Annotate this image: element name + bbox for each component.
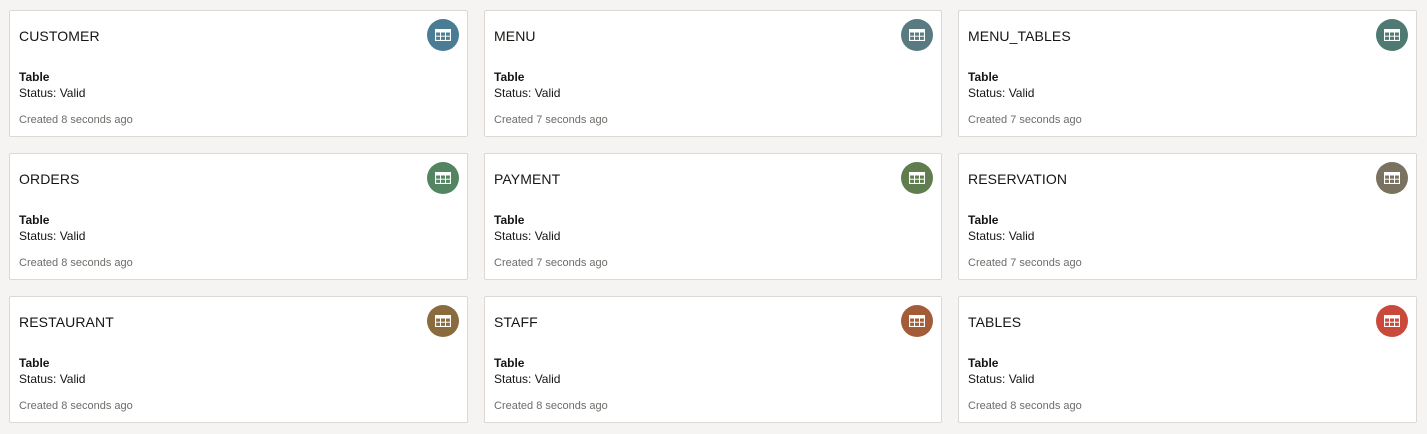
card-title: ORDERS (19, 171, 80, 187)
card-title: MENU_TABLES (968, 28, 1071, 44)
table-icon-badge (901, 162, 933, 194)
table-icon-badge (1376, 162, 1408, 194)
card-created-time: Created 7 seconds ago (494, 114, 608, 126)
table-card-staff[interactable]: STAFF Table Status: Valid Created 8 seco… (484, 296, 942, 423)
card-title: RESTAURANT (19, 314, 114, 330)
table-icon-badge (901, 19, 933, 51)
table-icon (909, 315, 925, 327)
card-type: Table (494, 70, 525, 84)
card-status: Status: Valid (968, 86, 1035, 100)
card-status: Status: Valid (494, 229, 561, 243)
table-icon-badge (1376, 19, 1408, 51)
card-created-time: Created 7 seconds ago (494, 257, 608, 269)
table-card-payment[interactable]: PAYMENT Table Status: Valid Created 7 se… (484, 153, 942, 280)
table-icon (435, 172, 451, 184)
card-status: Status: Valid (968, 372, 1035, 386)
card-type: Table (19, 356, 50, 370)
table-icon-badge (427, 19, 459, 51)
card-title: RESERVATION (968, 171, 1068, 187)
table-icon (1384, 315, 1400, 327)
card-status: Status: Valid (19, 372, 86, 386)
card-status: Status: Valid (494, 86, 561, 100)
card-created-time: Created 7 seconds ago (968, 114, 1082, 126)
table-icon (1384, 29, 1400, 41)
card-type: Table (968, 356, 999, 370)
table-card-tables[interactable]: TABLES Table Status: Valid Created 8 sec… (958, 296, 1417, 423)
table-icon (909, 172, 925, 184)
card-created-time: Created 8 seconds ago (19, 114, 133, 126)
card-type: Table (968, 213, 999, 227)
card-created-time: Created 8 seconds ago (968, 400, 1082, 412)
table-icon-badge (427, 305, 459, 337)
card-title: CUSTOMER (19, 28, 100, 44)
card-created-time: Created 7 seconds ago (968, 257, 1082, 269)
table-icon-badge (901, 305, 933, 337)
card-type: Table (494, 213, 525, 227)
card-created-time: Created 8 seconds ago (19, 400, 133, 412)
card-title: TABLES (968, 314, 1022, 330)
card-created-time: Created 8 seconds ago (494, 400, 608, 412)
table-icon (435, 315, 451, 327)
table-icon (909, 29, 925, 41)
card-title: PAYMENT (494, 171, 561, 187)
card-type: Table (494, 356, 525, 370)
card-type: Table (968, 70, 999, 84)
card-created-time: Created 8 seconds ago (19, 257, 133, 269)
table-card-orders[interactable]: ORDERS Table Status: Valid Created 8 sec… (9, 153, 468, 280)
table-icon-badge (1376, 305, 1408, 337)
table-icon-badge (427, 162, 459, 194)
table-card-restaurant[interactable]: RESTAURANT Table Status: Valid Created 8… (9, 296, 468, 423)
card-type: Table (19, 70, 50, 84)
card-status: Status: Valid (19, 86, 86, 100)
table-card-grid: CUSTOMER Table Status: Valid Created 8 s… (9, 10, 1417, 423)
card-status: Status: Valid (968, 229, 1035, 243)
card-title: STAFF (494, 314, 538, 330)
table-icon (1384, 172, 1400, 184)
card-status: Status: Valid (494, 372, 561, 386)
table-card-menu[interactable]: MENU Table Status: Valid Created 7 secon… (484, 10, 942, 137)
table-card-menu-tables[interactable]: MENU_TABLES Table Status: Valid Created … (958, 10, 1417, 137)
card-type: Table (19, 213, 50, 227)
table-card-reservation[interactable]: RESERVATION Table Status: Valid Created … (958, 153, 1417, 280)
card-title: MENU (494, 28, 536, 44)
table-icon (435, 29, 451, 41)
table-card-customer[interactable]: CUSTOMER Table Status: Valid Created 8 s… (9, 10, 468, 137)
card-status: Status: Valid (19, 229, 86, 243)
